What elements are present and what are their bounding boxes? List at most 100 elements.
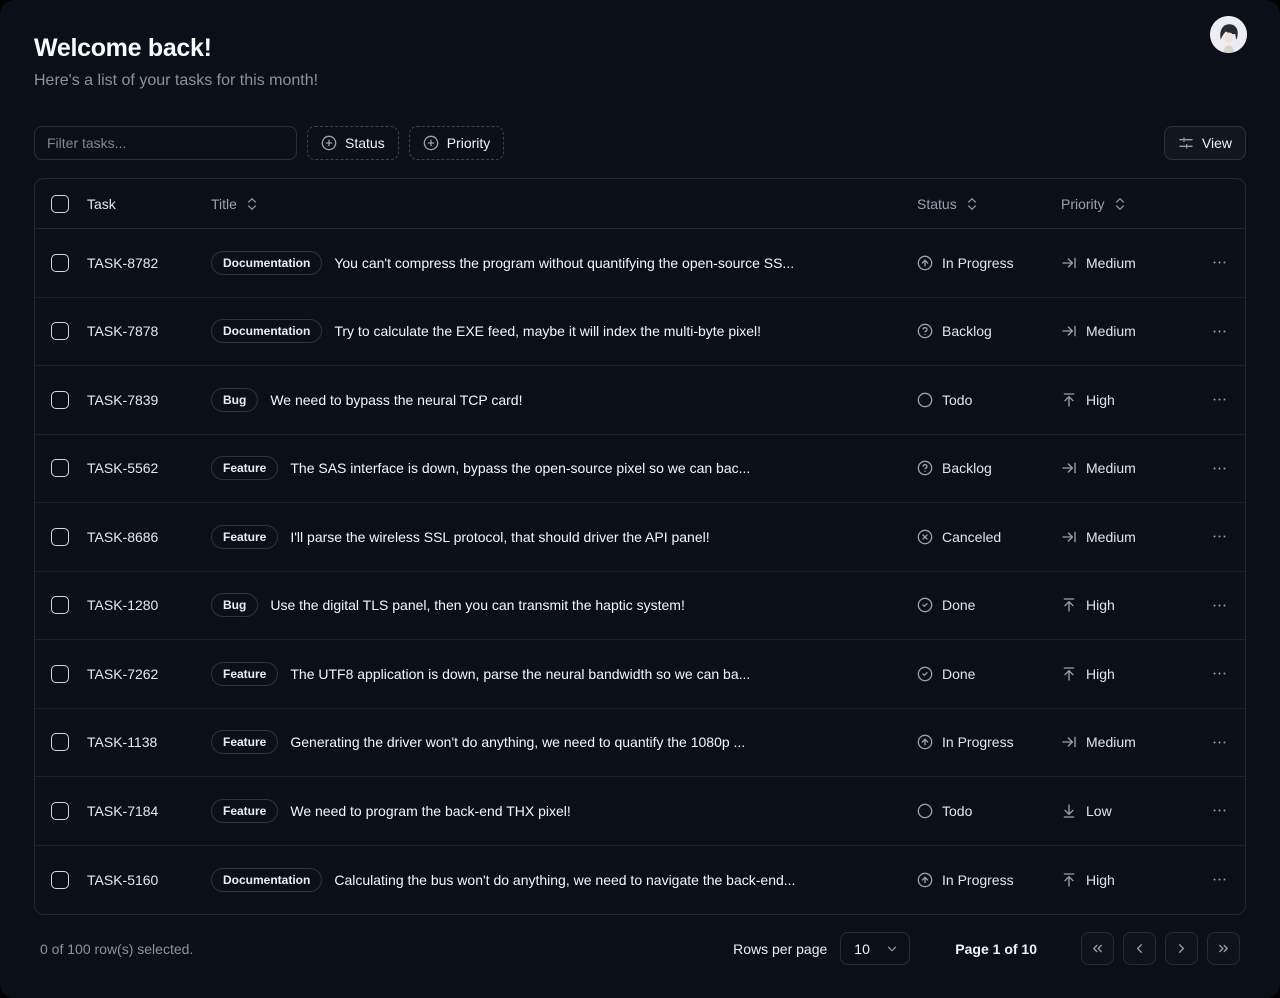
row-actions-button[interactable] <box>1211 323 1228 340</box>
status-text: Todo <box>942 392 972 408</box>
circle-arrow-up-icon <box>917 255 933 271</box>
tasks-table: Task Title Status Priority <box>34 178 1246 915</box>
circle-plus-icon <box>321 135 337 151</box>
ellipsis-icon <box>1211 597 1228 614</box>
row-actions-button[interactable] <box>1211 460 1228 477</box>
sort-title-button[interactable]: Title <box>211 196 260 212</box>
row-checkbox[interactable] <box>51 254 69 272</box>
task-title: We need to bypass the neural TCP card! <box>270 392 522 408</box>
arrow-right-to-line-icon <box>1061 323 1077 339</box>
row-actions-button[interactable] <box>1211 871 1228 888</box>
row-actions-button[interactable] <box>1211 802 1228 819</box>
label-badge: Documentation <box>211 319 322 343</box>
circle-help-icon <box>917 460 933 476</box>
row-actions-button[interactable] <box>1211 528 1228 545</box>
label-badge: Feature <box>211 456 278 480</box>
label-badge: Feature <box>211 662 278 686</box>
actions-cell <box>1193 323 1245 340</box>
label-badge: Documentation <box>211 251 322 275</box>
chevrons-left-icon <box>1090 941 1105 956</box>
view-options-button[interactable]: View <box>1164 126 1246 160</box>
last-page-button[interactable] <box>1207 932 1240 965</box>
task-title: We need to program the back-end THX pixe… <box>290 803 570 819</box>
row-checkbox[interactable] <box>51 528 69 546</box>
circle-check-icon <box>917 597 933 613</box>
next-page-button[interactable] <box>1165 932 1198 965</box>
row-checkbox[interactable] <box>51 459 69 477</box>
table-body: TASK-8782 Documentation You can't compre… <box>35 229 1245 914</box>
rows-per-page-label: Rows per page <box>733 941 827 957</box>
title-cell: Feature The SAS interface is down, bypas… <box>211 456 917 480</box>
priority-filter-label: Priority <box>447 135 491 151</box>
priority-cell: High <box>1061 392 1193 408</box>
row-checkbox[interactable] <box>51 733 69 751</box>
arrow-right-to-line-icon <box>1061 255 1077 271</box>
page-subtitle: Here's a list of your tasks for this mon… <box>34 72 1246 90</box>
select-all-checkbox[interactable] <box>51 195 69 213</box>
table-row: TASK-7184 Feature We need to program the… <box>35 777 1245 846</box>
label-badge: Bug <box>211 593 258 617</box>
row-checkbox[interactable] <box>51 802 69 820</box>
arrow-up-to-line-icon <box>1061 872 1077 888</box>
table-row: TASK-8686 Feature I'll parse the wireles… <box>35 503 1245 572</box>
task-title: You can't compress the program without q… <box>334 255 794 271</box>
row-checkbox-cell <box>35 391 87 409</box>
previous-page-button[interactable] <box>1123 932 1156 965</box>
page-title: Welcome back! <box>34 34 1246 63</box>
priority-filter-button[interactable]: Priority <box>409 126 505 160</box>
row-checkbox[interactable] <box>51 596 69 614</box>
arrow-up-to-line-icon <box>1061 597 1077 613</box>
label-badge: Bug <box>211 388 258 412</box>
row-checkbox[interactable] <box>51 322 69 340</box>
status-filter-button[interactable]: Status <box>307 126 399 160</box>
circle-arrow-up-icon <box>917 872 933 888</box>
status-text: Canceled <box>942 529 1001 545</box>
chevron-left-icon <box>1132 941 1147 956</box>
sort-status-button[interactable]: Status <box>917 196 980 212</box>
row-checkbox-cell <box>35 596 87 614</box>
table-row: TASK-7878 Documentation Try to calculate… <box>35 298 1245 367</box>
sort-priority-button[interactable]: Priority <box>1061 196 1128 212</box>
circle-plus-icon <box>423 135 439 151</box>
circle-help-icon <box>917 323 933 339</box>
arrow-down-to-line-icon <box>1061 803 1077 819</box>
row-actions-button[interactable] <box>1211 734 1228 751</box>
title-cell: Documentation Try to calculate the EXE f… <box>211 319 917 343</box>
task-id: TASK-1138 <box>87 734 211 750</box>
ellipsis-icon <box>1211 871 1228 888</box>
table-header-row: Task Title Status Priority <box>35 179 1245 229</box>
priority-cell: High <box>1061 872 1193 888</box>
user-avatar[interactable] <box>1210 16 1247 53</box>
row-checkbox-cell <box>35 665 87 683</box>
row-checkbox-cell <box>35 254 87 272</box>
rows-per-page-select[interactable]: 10 <box>840 932 910 965</box>
title-cell: Feature The UTF8 application is down, pa… <box>211 662 917 686</box>
chevrons-up-down-icon <box>964 196 980 212</box>
task-title: The UTF8 application is down, parse the … <box>290 666 750 682</box>
row-actions-button[interactable] <box>1211 391 1228 408</box>
status-cell: In Progress <box>917 872 1061 888</box>
column-header-title-label: Title <box>211 196 237 212</box>
column-header-status-label: Status <box>917 196 957 212</box>
row-actions-button[interactable] <box>1211 254 1228 271</box>
row-actions-button[interactable] <box>1211 665 1228 682</box>
row-checkbox[interactable] <box>51 665 69 683</box>
status-text: In Progress <box>942 734 1014 750</box>
priority-text: High <box>1086 872 1115 888</box>
label-badge: Documentation <box>211 868 322 892</box>
arrow-up-to-line-icon <box>1061 392 1077 408</box>
priority-cell: High <box>1061 666 1193 682</box>
priority-cell: Medium <box>1061 734 1193 750</box>
priority-cell: Medium <box>1061 460 1193 476</box>
row-actions-button[interactable] <box>1211 597 1228 614</box>
filter-tasks-input[interactable] <box>34 126 297 160</box>
column-header-status: Status <box>917 196 1061 212</box>
ellipsis-icon <box>1211 391 1228 408</box>
table-footer: 0 of 100 row(s) selected. Rows per page … <box>34 932 1246 965</box>
page-indicator: Page 1 of 10 <box>955 941 1037 957</box>
priority-cell: Medium <box>1061 323 1193 339</box>
first-page-button[interactable] <box>1081 932 1114 965</box>
row-checkbox[interactable] <box>51 391 69 409</box>
avatar-image <box>1210 16 1247 53</box>
row-checkbox[interactable] <box>51 871 69 889</box>
